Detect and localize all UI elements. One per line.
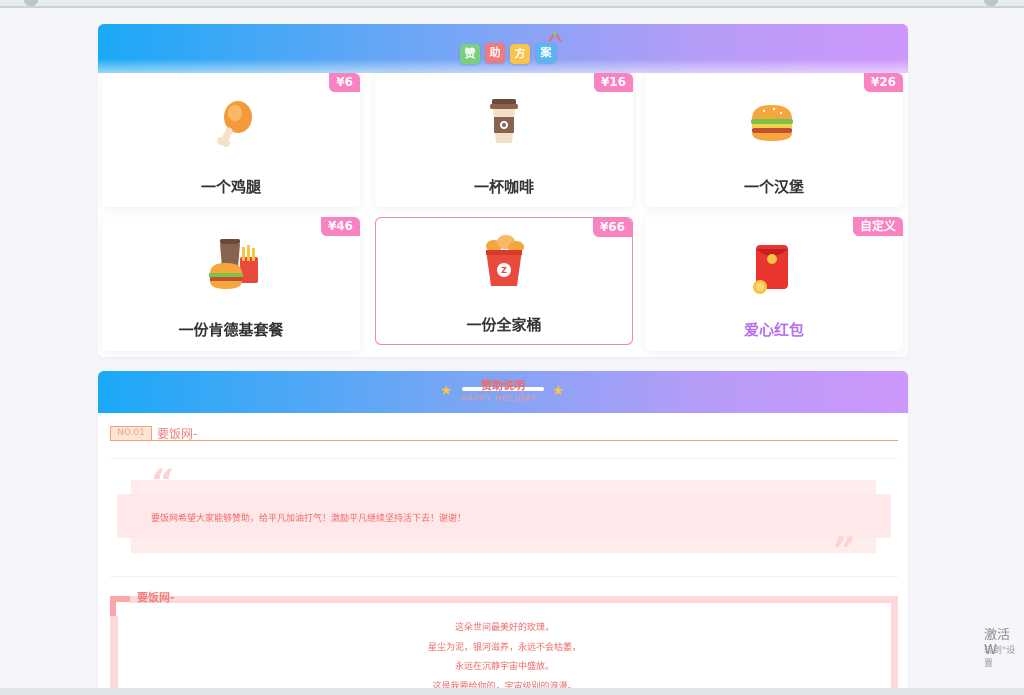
title-char: 方 bbox=[510, 44, 530, 64]
combo-meal-icon bbox=[209, 239, 258, 289]
bottom-scrollbar[interactable] bbox=[0, 688, 1024, 695]
tab-corner-icon bbox=[24, 0, 38, 6]
sponsor-option-2[interactable]: ¥16 一杯咖啡 bbox=[375, 73, 633, 207]
option-name: 一个鸡腿 bbox=[200, 178, 261, 196]
tab-corner-icon bbox=[984, 0, 998, 6]
title-char: 赞 bbox=[460, 44, 480, 64]
poem-line: 这朵世间最美好的玫瑰， bbox=[454, 623, 554, 633]
sponsor-option-6[interactable]: 自定义 爱心红包 bbox=[645, 217, 903, 351]
option-name: 一杯咖啡 bbox=[473, 178, 534, 196]
quote-text: 要饭网希望大家能够赞助，给平凡加油打气！激励平凡继续坚持活下去！谢谢！ bbox=[151, 514, 467, 524]
open-quote-icon: “ bbox=[150, 462, 172, 502]
poem-line: 永远在沉静宇宙中盛放。 bbox=[454, 662, 554, 672]
section-label-2: 要饭网- bbox=[137, 591, 175, 604]
sponsor-info-subtitle: HAPPY HOLIDAY bbox=[461, 394, 538, 403]
close-quote-icon: ” bbox=[832, 530, 854, 570]
option-name: 爱心红包 bbox=[743, 321, 804, 339]
price-badge: ¥46 bbox=[320, 217, 360, 236]
section-divider bbox=[110, 440, 898, 441]
chicken-bucket-icon: Z bbox=[486, 235, 524, 286]
chicken-leg-icon bbox=[217, 101, 252, 147]
title-char: 案 bbox=[536, 43, 556, 63]
sponsor-option-3[interactable]: ¥26 一个汉堡 bbox=[645, 73, 903, 207]
price-badge: ¥6 bbox=[329, 73, 360, 92]
title-char: 助 bbox=[485, 43, 505, 63]
price-badge: ¥26 bbox=[863, 73, 903, 92]
sponsor-option-4[interactable]: ¥46 一份肯德基套餐 bbox=[102, 217, 360, 351]
star-icon: ★ bbox=[440, 383, 453, 399]
sponsor-option-1[interactable]: ¥6 一个鸡腿 bbox=[102, 73, 360, 207]
sponsor-plan-card: ¥6 一个鸡腿 ¥16 一杯咖啡 ¥26 一个汉堡 ¥46 一份肯德基套餐 ¥6… bbox=[98, 24, 908, 357]
sponsor-option-5[interactable]: ¥66 Z 一份全家桶 bbox=[375, 217, 633, 345]
price-badge: ¥66 bbox=[592, 218, 632, 237]
star-icon: ★ bbox=[552, 383, 565, 399]
browser-top-bar bbox=[0, 0, 1024, 8]
activation-watermark-sub: 转到"设置 bbox=[984, 646, 1016, 669]
option-name: 一份肯德基套餐 bbox=[178, 321, 284, 339]
red-envelope-icon bbox=[753, 245, 788, 294]
price-badge: ¥16 bbox=[593, 73, 633, 92]
coffee-cup-icon bbox=[490, 99, 518, 143]
price-badge: 自定义 bbox=[852, 217, 903, 236]
option-name: 一份全家桶 bbox=[466, 316, 542, 334]
svg-text:Z: Z bbox=[501, 266, 507, 275]
ribbon-icon bbox=[548, 30, 562, 43]
section-number-badge: NO.01 bbox=[110, 426, 152, 441]
hamburger-icon bbox=[751, 105, 793, 141]
option-name: 一个汉堡 bbox=[743, 178, 804, 196]
sponsor-info-title: 赞助说明 bbox=[481, 379, 525, 392]
poem-line: 星尘为泥，银河滋养，永远不会枯萎， bbox=[427, 643, 581, 653]
